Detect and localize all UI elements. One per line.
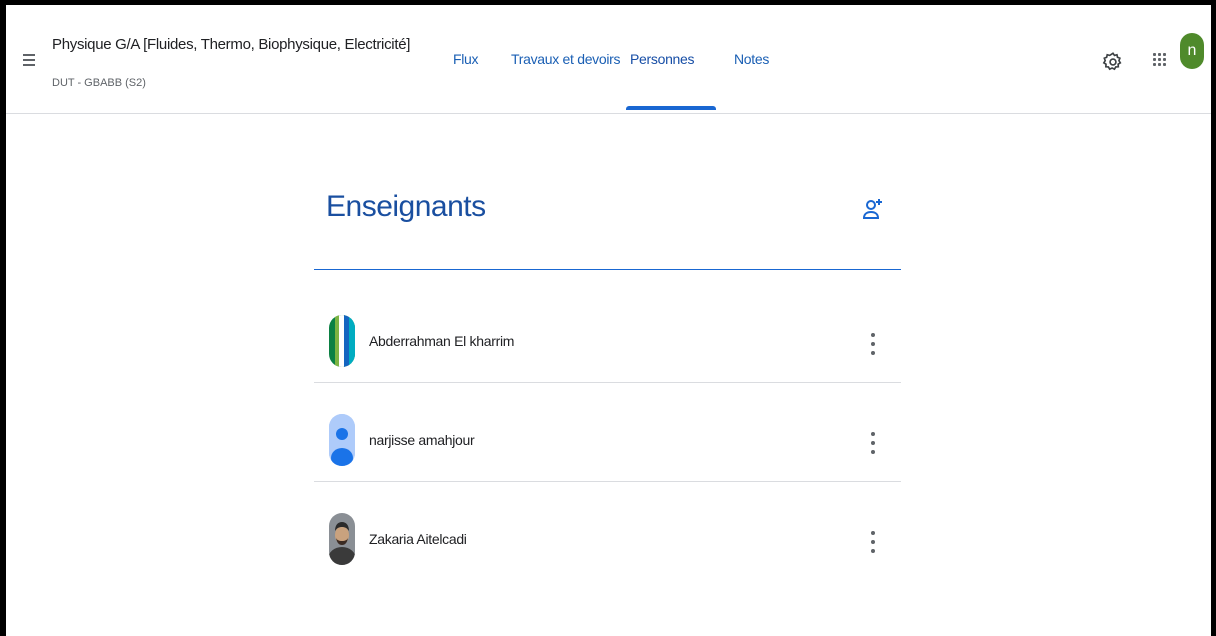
menu-icon[interactable] — [20, 51, 40, 71]
tab-travaux-et-devoirs[interactable]: Travaux et devoirs — [511, 51, 621, 67]
avatar — [329, 513, 355, 565]
list-item: narjisse amahjour — [314, 384, 901, 482]
avatar — [329, 315, 355, 367]
more-options-icon[interactable] — [866, 329, 880, 359]
teacher-name[interactable]: narjisse amahjour — [369, 432, 475, 448]
avatar — [329, 414, 355, 466]
list-item: Abderrahman El kharrim — [314, 285, 901, 383]
row-divider — [314, 481, 901, 482]
tab-notes[interactable]: Notes — [734, 51, 769, 67]
gear-icon[interactable] — [1102, 51, 1124, 73]
class-subtitle: DUT - GBABB (S2) — [52, 77, 146, 89]
row-divider — [314, 382, 901, 383]
add-person-icon[interactable] — [862, 196, 884, 224]
class-title[interactable]: Physique G/A [Fluides, Thermo, Biophysiq… — [52, 36, 410, 53]
window-frame-right — [1211, 0, 1216, 636]
apps-grid-icon[interactable] — [1152, 52, 1168, 68]
teacher-name[interactable]: Abderrahman El kharrim — [369, 333, 514, 349]
teacher-name[interactable]: Zakaria Aitelcadi — [369, 531, 467, 547]
top-bar: Physique G/A [Fluides, Thermo, Biophysiq… — [6, 5, 1211, 114]
more-options-icon[interactable] — [866, 527, 880, 557]
user-avatar[interactable]: n — [1180, 33, 1204, 69]
tab-personnes[interactable]: Personnes — [630, 51, 695, 67]
active-tab-indicator — [626, 106, 716, 110]
tab-flux[interactable]: Flux — [453, 51, 479, 67]
list-item: Zakaria Aitelcadi — [314, 483, 901, 581]
teachers-heading: Enseignants — [326, 190, 486, 223]
more-options-icon[interactable] — [866, 428, 880, 458]
heading-underline — [314, 269, 901, 270]
